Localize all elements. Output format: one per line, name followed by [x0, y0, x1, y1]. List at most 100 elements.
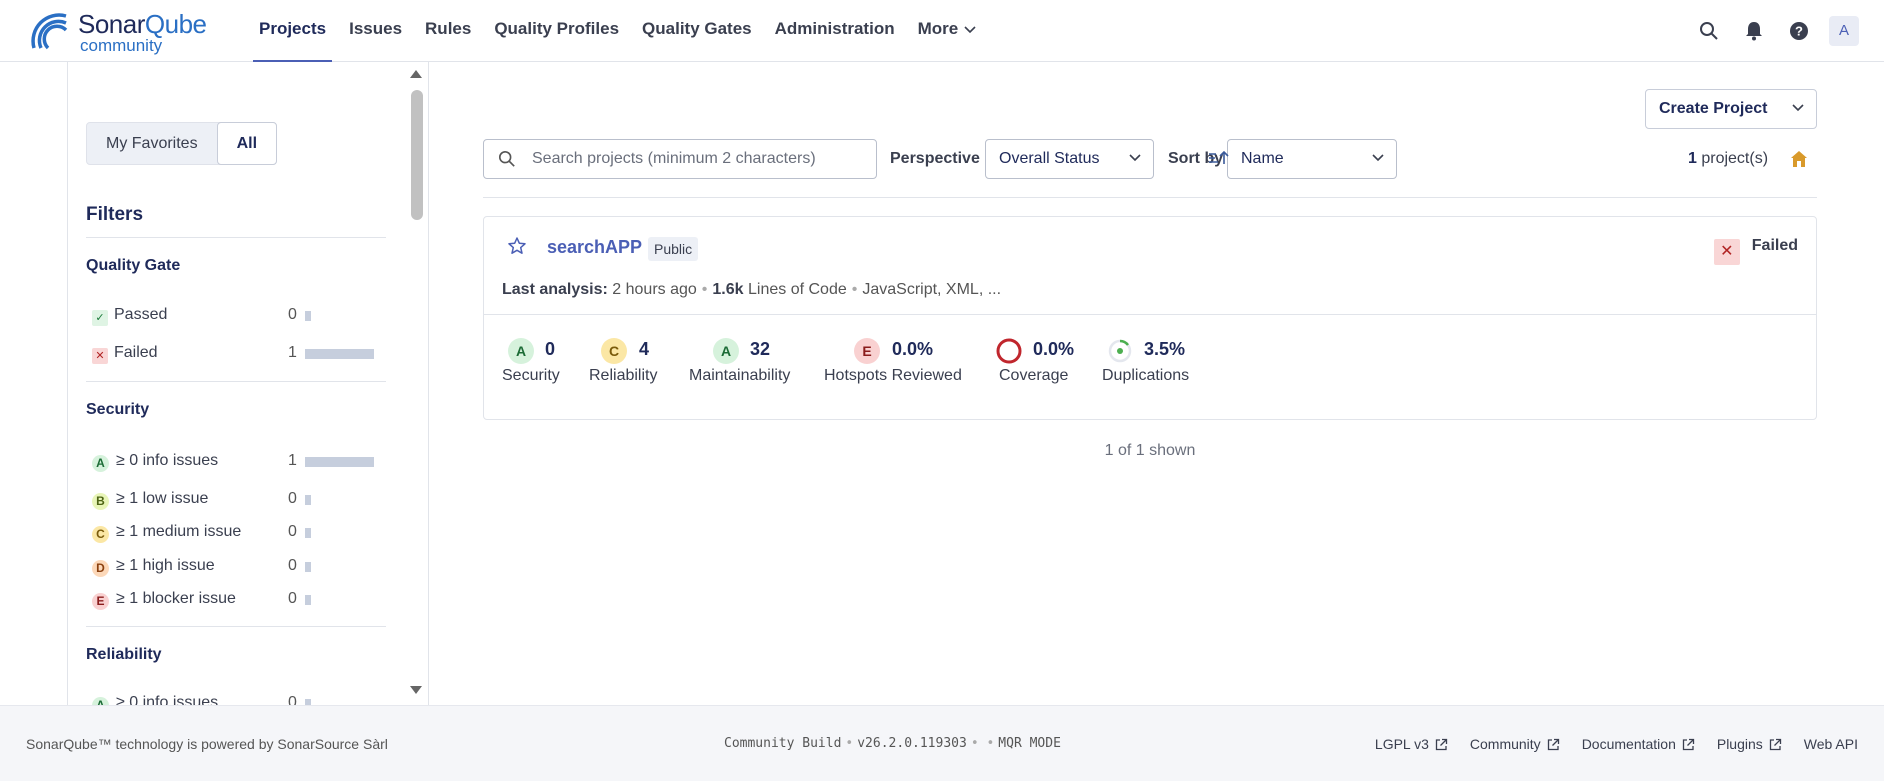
filter-qg-failed[interactable]: ✕ Failed 1 [92, 342, 388, 364]
sonarqube-logo[interactable]: SonarQube community [30, 8, 215, 55]
user-avatar-button[interactable]: A [1829, 16, 1859, 46]
sort-ascending-icon[interactable] [1208, 150, 1230, 166]
help-icon[interactable]: ? [1784, 16, 1814, 46]
filter-bar [305, 595, 311, 605]
quality-gate-title: Quality Gate [86, 257, 181, 274]
chevron-down-icon [1129, 154, 1141, 162]
projects-main: Create Project Perspective Overall Statu… [430, 62, 1884, 705]
sonar-waves-icon [31, 13, 68, 50]
footer-link-community[interactable]: Community [1470, 736, 1560, 752]
filter-label: A ≥ 0 info issues [92, 452, 218, 472]
project-search [483, 139, 877, 179]
duplications-ring-icon [1108, 339, 1132, 363]
sortby-value: Name [1241, 150, 1284, 167]
divider [86, 626, 386, 627]
external-link-icon [1769, 738, 1781, 750]
create-project-button[interactable]: Create Project [1645, 89, 1817, 129]
filter-security-d[interactable]: D ≥ 1 high issue 0 [92, 555, 388, 577]
external-link-icon [1547, 738, 1559, 750]
home-icon[interactable] [1790, 150, 1808, 168]
filter-bar [305, 495, 311, 505]
metric-label: Security [502, 367, 560, 384]
footer-link-documentation[interactable]: Documentation [1582, 736, 1695, 752]
top-icons: ? A [1679, 15, 1859, 47]
filter-qg-passed[interactable]: ✓ Passed 0 [92, 304, 388, 326]
security-title: Security [86, 401, 150, 418]
quality-gate-status: ✕ Failed [1713, 237, 1798, 265]
metric-value: 3.5% [1144, 339, 1186, 359]
search-input[interactable] [532, 148, 862, 170]
filters-title: Filters [86, 204, 144, 225]
sortby-select[interactable]: Name [1227, 139, 1397, 179]
sidebar-scrollbar-thumb[interactable] [411, 90, 423, 220]
perspective-select[interactable]: Overall Status [985, 139, 1154, 179]
filters-sidebar: My Favorites All Filters Quality Gate ✓ P… [67, 62, 429, 705]
rating-a-badge: A [92, 697, 109, 705]
filter-label: A ≥ 0 info issues [92, 694, 218, 705]
filter-reliability-a[interactable]: A ≥ 0 info issues 0 [92, 692, 388, 705]
metric-value: 0.0% [892, 339, 934, 359]
metric-value: 4 [639, 339, 650, 359]
rating-a-badge: A [508, 338, 534, 364]
filter-count: 0 [288, 694, 297, 705]
perspective-label: Perspective [890, 150, 980, 167]
close-icon: ✕ [92, 348, 108, 364]
svg-text:?: ? [1795, 24, 1803, 39]
all-option[interactable]: All [216, 122, 278, 165]
nav-quality-profiles[interactable]: Quality Profiles [488, 0, 625, 62]
metric-label: Duplications [1102, 367, 1190, 384]
check-icon: ✓ [92, 310, 108, 326]
filter-count: 1 [288, 452, 297, 469]
footer: SonarQube™ technology is powered by Sona… [0, 705, 1884, 781]
filter-bar [305, 528, 311, 538]
nav-quality-gates[interactable]: Quality Gates [636, 0, 758, 62]
metric-label: Coverage [999, 367, 1069, 384]
filter-security-e[interactable]: E ≥ 1 blocker issue 0 [92, 588, 388, 610]
star-icon[interactable] [507, 236, 527, 256]
project-meta: Last analysis: 2 hours ago • 1.6k Lines of… [502, 281, 1002, 298]
scroll-down-arrow[interactable] [410, 686, 422, 694]
filter-bar [305, 311, 311, 321]
filter-security-b[interactable]: B ≥ 1 low issue 0 [92, 488, 388, 510]
footer-link-plugins[interactable]: Plugins [1717, 736, 1782, 752]
metric-label: Reliability [589, 367, 658, 384]
reliability-title: Reliability [86, 646, 162, 663]
metric-label: Maintainability [689, 367, 791, 384]
rating-b-badge: B [92, 493, 109, 510]
avatar: A [1829, 16, 1859, 46]
filter-security-c[interactable]: C ≥ 1 medium issue 0 [92, 521, 388, 543]
nav-more[interactable]: More [912, 0, 983, 62]
scroll-up-arrow[interactable] [410, 70, 422, 78]
footer-link-license[interactable]: LGPL v3 [1375, 736, 1448, 752]
coverage-ring-icon [996, 338, 1022, 364]
footer-powered-by: SonarQube™ technology is powered by Sona… [26, 736, 388, 752]
metric-label: Hotspots Reviewed [824, 367, 962, 384]
visibility-badge: Public [648, 237, 699, 261]
nav-administration[interactable]: Administration [769, 0, 901, 62]
footer-link-web-api[interactable]: Web API [1804, 736, 1858, 752]
nav-rules[interactable]: Rules [419, 0, 477, 62]
filter-label: ✓ Passed [92, 306, 167, 326]
filter-security-a[interactable]: A ≥ 0 info issues 1 [92, 450, 388, 472]
filter-label: ✕ Failed [92, 344, 158, 364]
filter-bar [305, 349, 374, 359]
filter-count: 0 [288, 557, 297, 574]
footer-build-info: Community Build • v26.2.0.119303 • • MQR MOD… [724, 736, 1061, 751]
metric-value: 0.0% [1033, 339, 1075, 359]
filter-label: B ≥ 1 low issue [92, 490, 208, 510]
perspective-value: Overall Status [999, 150, 1100, 167]
nav-projects[interactable]: Projects [253, 0, 333, 62]
project-name-link[interactable]: searchAPP [547, 237, 642, 258]
bell-icon[interactable] [1739, 16, 1769, 46]
divider [483, 197, 1817, 198]
rating-a-badge: A [713, 338, 739, 364]
filter-count: 0 [288, 590, 297, 607]
rating-c-badge: C [92, 526, 109, 543]
search-icon[interactable] [1694, 16, 1724, 46]
nav-issues[interactable]: Issues [343, 0, 408, 62]
my-favorites-option[interactable]: My Favorites [87, 123, 217, 164]
search-icon [498, 150, 515, 167]
metric-value: 0 [545, 339, 556, 359]
filter-label: E ≥ 1 blocker issue [92, 590, 236, 610]
status-text: Failed [1751, 237, 1798, 254]
